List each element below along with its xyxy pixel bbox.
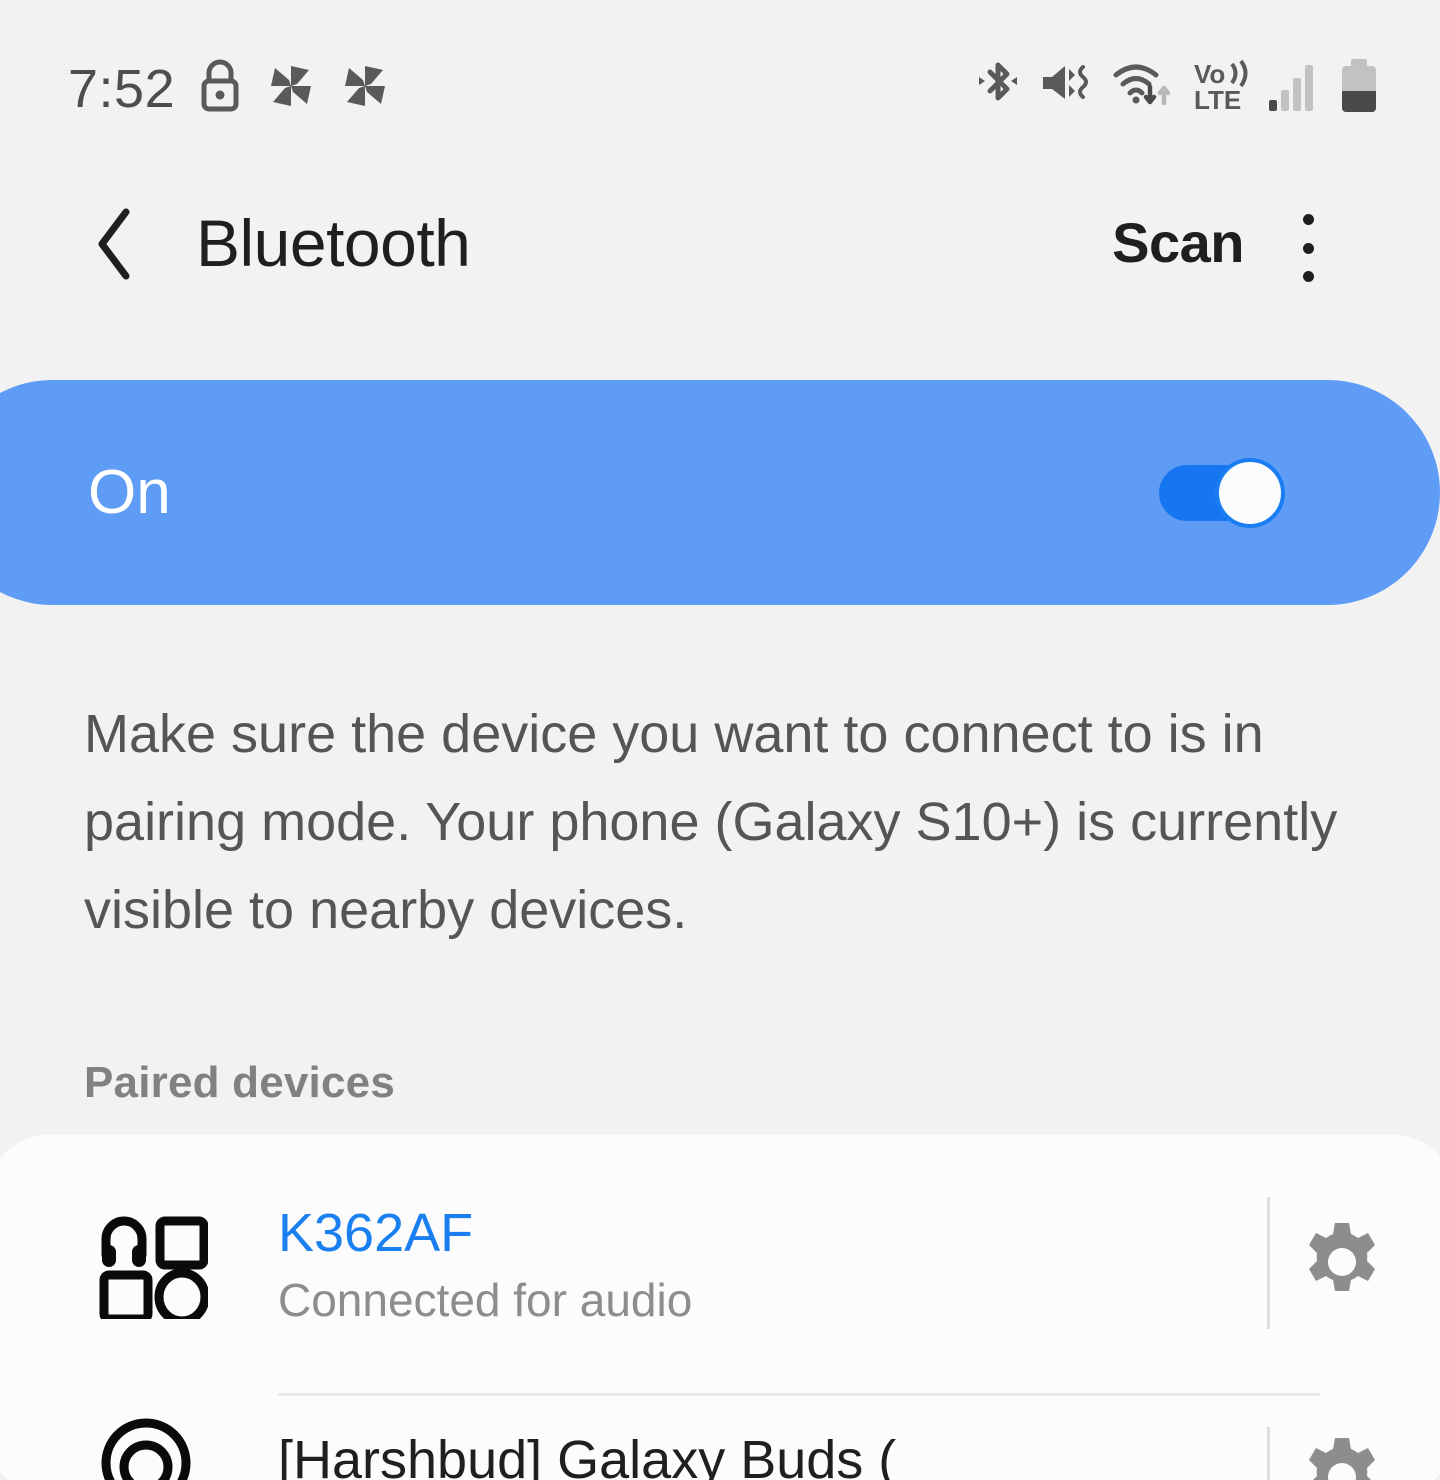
switch-knob <box>1215 457 1285 528</box>
battery-icon <box>1338 58 1380 119</box>
device-row[interactable]: K362AF Connected for audio <box>0 1135 1440 1396</box>
more-options-button[interactable] <box>1276 210 1340 286</box>
svg-text:LTE: LTE <box>1194 85 1241 114</box>
row-vertical-divider <box>1267 1197 1270 1329</box>
pinwheel-icon <box>339 60 391 117</box>
pairing-description: Make sure the device you want to connect… <box>84 704 1338 940</box>
row-vertical-divider <box>1267 1427 1270 1480</box>
device-text-block: [Harshbud] Galaxy Buds ( <box>278 1429 896 1480</box>
back-arrow-icon <box>92 204 140 289</box>
more-dot <box>1302 271 1314 282</box>
status-bar-right: Vo LTE <box>976 58 1380 119</box>
device-text-block: K362AF Connected for audio <box>278 1197 692 1331</box>
status-clock: 7:52 <box>68 58 176 119</box>
bluetooth-icon <box>976 59 1020 118</box>
status-bar-left: 7:52 <box>68 58 391 119</box>
page-title: Bluetooth <box>196 206 471 280</box>
bluetooth-toggle-bar[interactable]: On <box>0 380 1440 605</box>
wifi-icon <box>1112 59 1174 118</box>
device-name: K362AF <box>278 1203 474 1263</box>
gear-icon <box>1299 1219 1385 1310</box>
scan-button[interactable]: Scan <box>1112 193 1244 293</box>
pinwheel-icon <box>265 60 317 117</box>
paired-devices-card: K362AF Connected for audio [Harshbud] Ga… <box>0 1135 1440 1480</box>
back-button[interactable] <box>78 196 154 296</box>
device-row[interactable]: [Harshbud] Galaxy Buds ( <box>0 1393 1440 1480</box>
device-status: Connected for audio <box>278 1274 693 1326</box>
vibrate-mute-icon <box>1038 59 1094 118</box>
more-dot <box>1302 214 1314 225</box>
volte-icon: Vo LTE <box>1192 58 1250 119</box>
bluetooth-device-grid-icon <box>98 1209 210 1326</box>
device-name: [Harshbud] Galaxy Buds ( <box>278 1430 897 1480</box>
lock-icon <box>197 58 243 119</box>
signal-bars-icon <box>1268 59 1320 118</box>
status-bar: 7:52 Vo LTE <box>0 0 1440 150</box>
device-settings-button[interactable] <box>1298 1220 1386 1308</box>
earbuds-icon <box>98 1405 208 1480</box>
paired-devices-header: Paired devices <box>84 1058 395 1107</box>
more-dot <box>1302 242 1314 254</box>
bluetooth-toggle-switch[interactable] <box>1159 457 1285 528</box>
bluetooth-settings-screen: 7:52 Vo LTE Bluetooth Scan On Make sure … <box>0 0 1440 1480</box>
gear-icon <box>1299 1434 1385 1480</box>
device-settings-button[interactable] <box>1298 1435 1386 1480</box>
toggle-state-label: On <box>88 458 171 527</box>
action-bar: Bluetooth Scan <box>0 178 1440 328</box>
